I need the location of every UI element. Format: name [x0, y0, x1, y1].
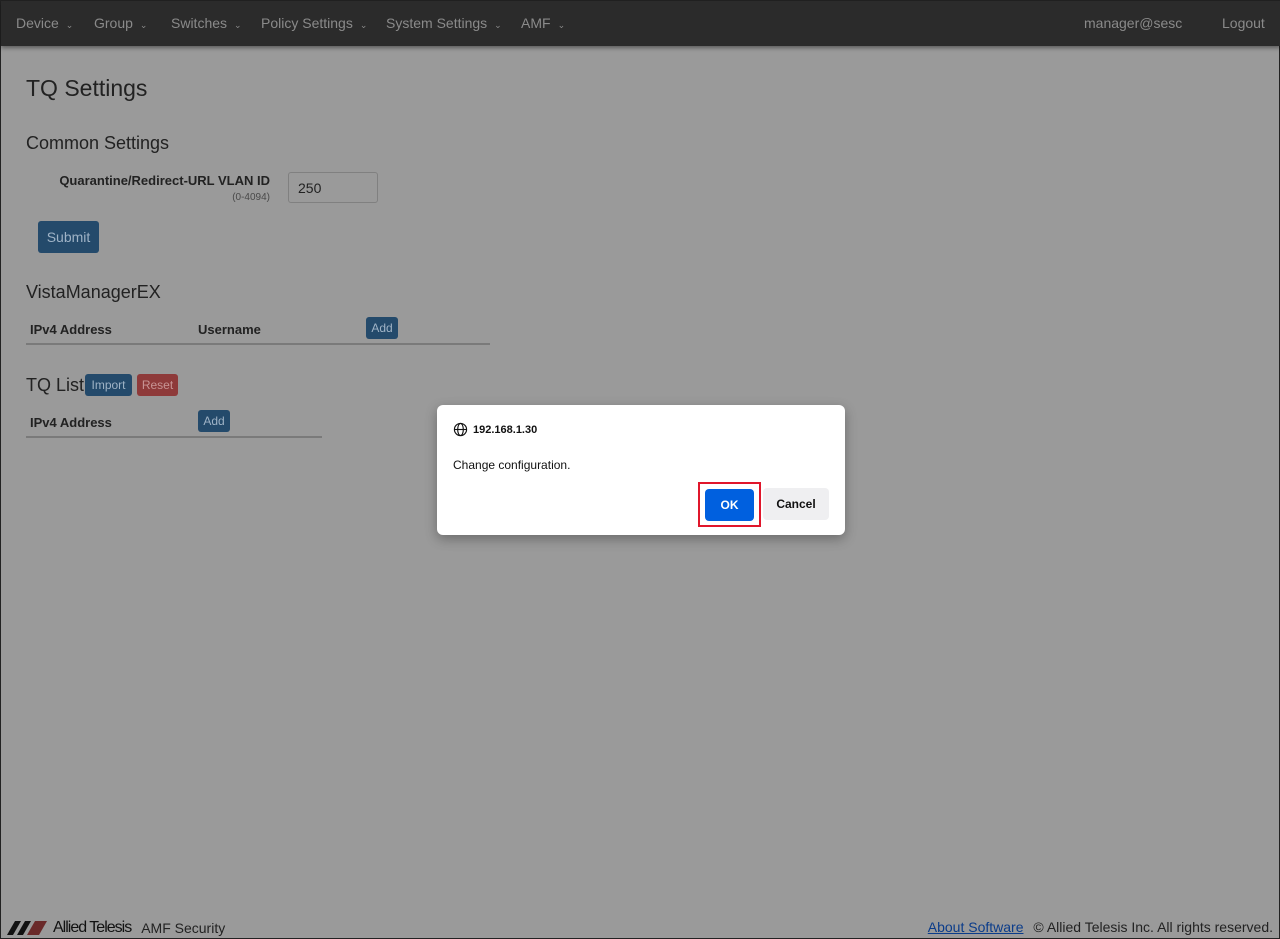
nav-amf[interactable]: AMF ⌄	[521, 15, 565, 31]
divider	[26, 343, 490, 345]
page-title: TQ Settings	[26, 75, 148, 101]
dialog-origin: 192.168.1.30	[453, 422, 537, 437]
divider	[26, 436, 322, 438]
cancel-button[interactable]: Cancel	[763, 488, 829, 520]
import-button[interactable]: Import	[85, 374, 132, 396]
nav-group[interactable]: Group ⌄	[94, 15, 147, 31]
nav-switches[interactable]: Switches ⌄	[171, 15, 242, 31]
reset-button[interactable]: Reset	[137, 374, 178, 396]
chevron-down-icon: ⌄	[494, 20, 502, 30]
confirm-dialog: 192.168.1.30 Change configuration. OK Ca…	[437, 405, 845, 535]
tq-list-heading: TQ List	[26, 375, 85, 395]
vlan-id-hint: (0-4094)	[232, 192, 270, 203]
nav-system-settings[interactable]: System Settings ⌄	[386, 15, 502, 31]
nav-label: AMF	[521, 15, 551, 31]
chevron-down-icon: ⌄	[65, 20, 74, 30]
chevron-down-icon: ⌄	[359, 20, 368, 30]
dialog-origin-text: 192.168.1.30	[473, 423, 538, 436]
user-menu[interactable]: manager@sesc	[1084, 15, 1182, 31]
common-settings-heading: Common Settings	[26, 133, 170, 153]
vistamanager-heading: VistaManagerEX	[26, 282, 161, 302]
footer-right: About Software © Allied Telesis Inc. All…	[928, 919, 1273, 935]
allied-telesis-logo-icon	[7, 921, 47, 935]
ok-highlight: OK	[698, 482, 761, 527]
chevron-down-icon: ⌄	[234, 20, 242, 30]
footer-brand: Allied Telesis AMF Security	[7, 919, 225, 937]
chevron-down-icon: ⌄	[557, 20, 566, 30]
tq-add-button[interactable]: Add	[198, 410, 230, 432]
nav-device[interactable]: Device ⌄	[16, 15, 73, 31]
nav-label: Group	[94, 15, 133, 31]
nav-label: System Settings	[386, 15, 488, 31]
globe-icon	[453, 422, 468, 437]
logout-link[interactable]: Logout	[1222, 15, 1265, 31]
vlan-id-label: Quarantine/Redirect-URL VLAN ID	[59, 173, 270, 188]
brand-name: Allied Telesis	[53, 919, 132, 936]
about-software-link[interactable]: About Software	[928, 919, 1024, 935]
copyright: © Allied Telesis Inc. All rights reserve…	[1033, 919, 1273, 935]
chevron-down-icon: ⌄	[139, 20, 148, 30]
column-header-username: Username	[198, 322, 261, 337]
ok-button[interactable]: OK	[705, 489, 754, 521]
nav-label: Policy Settings	[261, 15, 353, 31]
product-name: AMF Security	[141, 920, 226, 936]
vlan-id-input[interactable]: 250	[288, 172, 378, 203]
column-header-ipv4: IPv4 Address	[30, 415, 112, 430]
submit-button[interactable]: Submit	[38, 221, 99, 253]
nav-label: Switches	[171, 15, 228, 31]
nav-label: Device	[16, 15, 59, 31]
column-header-ipv4: IPv4 Address	[30, 322, 112, 337]
dialog-message: Change configuration.	[453, 458, 571, 472]
top-nav: Device ⌄ Group ⌄ Switches ⌄ Policy Settings…	[1, 1, 1280, 46]
vista-add-button[interactable]: Add	[366, 317, 398, 339]
nav-policy-settings[interactable]: Policy Settings ⌄	[261, 15, 367, 31]
